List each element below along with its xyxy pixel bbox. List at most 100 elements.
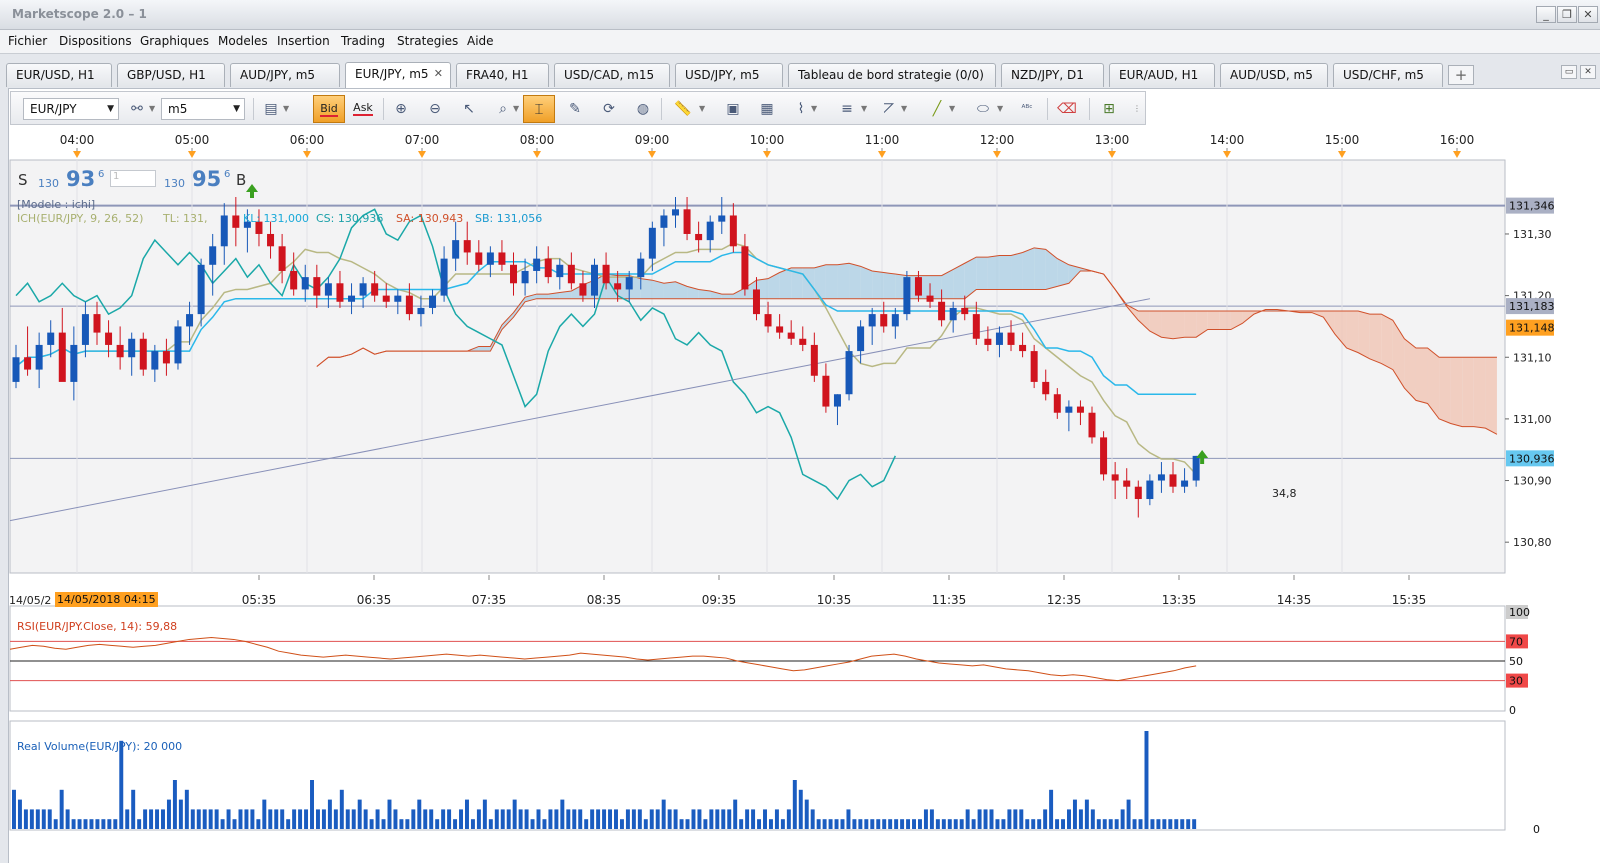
volume-bar	[870, 819, 875, 829]
cloud-segment	[640, 278, 653, 299]
candle-body	[1181, 480, 1189, 487]
volume-bar	[1084, 799, 1089, 829]
session-marker-icon	[1338, 151, 1346, 158]
candle-body	[1053, 394, 1061, 413]
volume-bar	[1078, 809, 1083, 829]
price-tag-label: 131,183	[1509, 300, 1555, 313]
cloud-segment	[825, 264, 838, 299]
volume-bar	[995, 819, 1000, 829]
candle-body	[776, 326, 784, 333]
candle-body	[301, 277, 309, 290]
cloud-segment	[1369, 314, 1382, 364]
volume-bar	[667, 809, 672, 829]
volume-zero-label: 0	[1533, 823, 1540, 836]
candle-body	[868, 314, 876, 327]
volume-bar	[500, 809, 505, 829]
volume-bar	[208, 809, 213, 829]
top-time-label: 07:00	[405, 133, 440, 147]
volume-bar	[941, 819, 946, 829]
lots-input[interactable]: 1	[110, 170, 156, 187]
candle-body	[949, 307, 957, 321]
volume-bar	[554, 809, 559, 829]
bottom-time-label: 12:35	[1047, 593, 1082, 607]
volume-bar	[310, 780, 314, 829]
candle-body	[220, 215, 228, 247]
volume-bar	[125, 809, 130, 829]
cloud-segment	[976, 257, 988, 290]
volume-bar	[488, 819, 493, 829]
ichimoku-chikou: CS: 130,936	[316, 212, 384, 225]
session-marker-icon	[303, 151, 311, 158]
candle-body	[209, 246, 217, 265]
volume-bar	[1031, 819, 1036, 829]
cloud-segment	[536, 294, 549, 299]
volume-bar	[143, 809, 148, 829]
volume-bar	[798, 789, 803, 829]
volume-bar	[83, 819, 88, 829]
cloud-segment	[930, 275, 942, 299]
candle-body	[232, 215, 240, 228]
candle-body	[440, 258, 448, 296]
top-time-label: 10:00	[750, 133, 785, 147]
volume-bar	[53, 819, 58, 829]
volume-bar	[912, 819, 916, 829]
session-marker-icon	[993, 151, 1001, 158]
candle-body	[290, 270, 298, 290]
candle-body	[799, 338, 807, 345]
buy-pips[interactable]: 95	[192, 167, 221, 191]
candle-body	[591, 264, 598, 296]
buy-label: B	[236, 171, 247, 189]
candle-body	[24, 357, 32, 370]
session-marker-icon	[73, 151, 81, 158]
volume-bar	[906, 819, 911, 829]
volume-bar	[1019, 809, 1024, 829]
volume-bar	[1001, 819, 1006, 829]
volume-bar	[965, 809, 970, 829]
volume-bar	[399, 819, 404, 829]
volume-bar	[739, 819, 744, 829]
volume-bar	[709, 809, 714, 829]
top-time-label: 11:00	[865, 133, 900, 147]
candle-body	[1088, 412, 1096, 438]
volume-bar	[65, 809, 70, 829]
candle-body	[625, 277, 633, 290]
volume-bar	[852, 819, 857, 829]
cloud-segment	[1219, 311, 1231, 330]
candle-body	[116, 344, 124, 358]
candle-body	[706, 221, 714, 241]
price-tick-label: 130,80	[1513, 536, 1552, 549]
volume-bar	[596, 809, 601, 829]
volume-bar	[1168, 819, 1173, 829]
chart-canvas[interactable]: 04:00 05:00 06:00 07:00 08:00 09:00 10:00 11:00…	[0, 0, 1600, 863]
buy-big-figure: 130	[164, 177, 185, 190]
volume-bar	[441, 809, 446, 829]
bottom-time-label: 06:35	[357, 593, 392, 607]
volume-bar	[846, 809, 851, 829]
volume-bar	[226, 809, 231, 829]
volume-bar	[423, 809, 428, 829]
candle-body	[845, 351, 853, 395]
sell-pips[interactable]: 93	[66, 167, 95, 191]
candle-body	[486, 252, 494, 265]
volume-bar	[333, 809, 338, 829]
price-tick-label: 131,10	[1513, 351, 1552, 364]
volume-bar	[405, 819, 410, 829]
price-tick-label: 131,00	[1513, 413, 1552, 426]
volume-bar	[691, 809, 696, 829]
volume-bar	[250, 809, 255, 829]
ichimoku-senkou-b: SB: 131,056	[475, 212, 543, 225]
candle-body	[336, 283, 344, 302]
volume-bar	[172, 780, 177, 829]
volume-bar	[721, 809, 726, 829]
candle-body	[938, 301, 946, 321]
bottom-time-label: 14:35	[1277, 593, 1312, 607]
price-tag-label: 131,346	[1509, 200, 1555, 213]
cloud-segment	[779, 267, 792, 299]
ichimoku-legend: ICH(EUR/JPY, 9, 26, 52)	[17, 212, 144, 225]
rsi-legend: RSI(EUR/JPY.Close, 14): 59,88	[17, 620, 178, 633]
candle-body	[105, 332, 113, 345]
volume-bar	[661, 799, 666, 829]
volume-bar	[566, 809, 571, 829]
volume-bar	[757, 819, 762, 829]
candle-body	[995, 332, 1003, 345]
